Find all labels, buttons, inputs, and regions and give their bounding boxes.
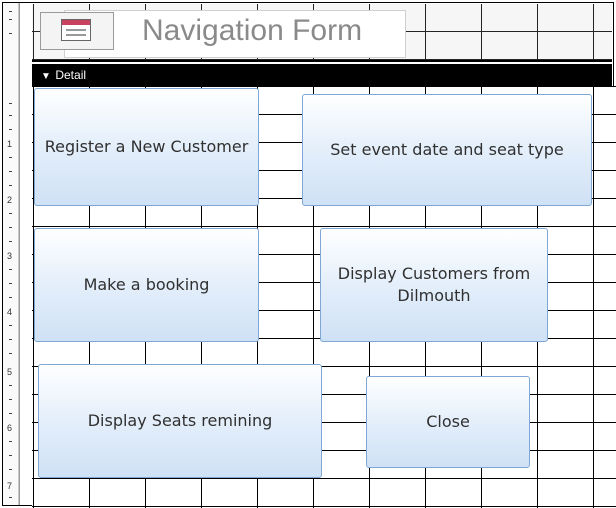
ruler-number: 3 xyxy=(7,251,13,261)
close-button[interactable]: Close xyxy=(366,376,530,468)
window-line xyxy=(66,34,86,36)
form-window-icon xyxy=(61,19,91,41)
ruler-number: 6 xyxy=(7,423,13,433)
vertical-ruler: 1 2 3 4 5 6 7 xyxy=(3,3,19,505)
window-line xyxy=(66,29,86,31)
section-bar-detail[interactable]: ▼ Detail xyxy=(32,64,612,86)
ruler-number: 5 xyxy=(7,367,13,377)
header-divider xyxy=(32,60,612,62)
ruler-number: 2 xyxy=(7,195,13,205)
chevron-down-icon: ▼ xyxy=(41,71,51,82)
display-customers-button[interactable]: Display Customers from Dilmouth xyxy=(320,228,548,342)
ruler-number: 7 xyxy=(7,481,13,491)
register-customer-button[interactable]: Register a New Customer xyxy=(34,88,259,206)
display-seats-button[interactable]: Display Seats remining xyxy=(38,364,322,478)
ruler-number: 4 xyxy=(7,307,13,317)
make-booking-button[interactable]: Make a booking xyxy=(34,228,259,342)
section-label: Detail xyxy=(55,68,87,82)
form-icon[interactable] xyxy=(40,12,114,50)
set-event-date-button[interactable]: Set event date and seat type xyxy=(302,94,592,206)
detail-section: Register a New Customer Set event date a… xyxy=(32,86,616,508)
ruler-number: 1 xyxy=(7,139,13,149)
window-titlebar xyxy=(62,20,90,25)
ruler-divider xyxy=(19,3,20,505)
form-title-label[interactable]: Navigation Form xyxy=(142,14,362,48)
